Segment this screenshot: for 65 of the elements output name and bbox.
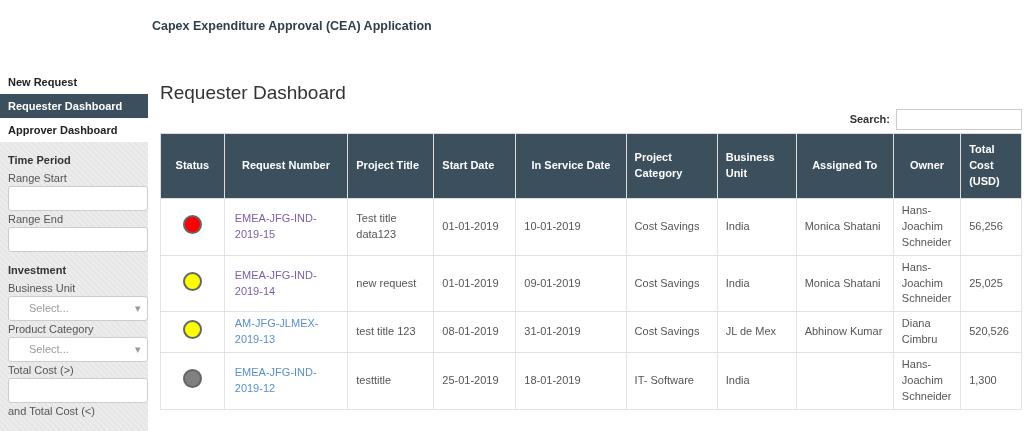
field-label: Range Start (7, 171, 68, 186)
select-field[interactable]: Select... ▾ (8, 296, 148, 321)
column-header: Project Title (347, 133, 434, 199)
column-header: Start Date (433, 133, 516, 199)
table-cell: 25,025 (960, 255, 1022, 312)
input-field[interactable] (8, 378, 148, 403)
column-header: Owner (893, 133, 961, 199)
table-cell: 25-01-2019 (433, 352, 516, 410)
table-cell: 09-01-2019 (515, 255, 627, 312)
table-cell: 1,300 (960, 352, 1022, 410)
search-field[interactable] (896, 108, 1022, 130)
table-cell: Hans-Joachim Schneider (893, 352, 961, 410)
table-cell: IT- Software (626, 352, 718, 410)
column-header: Total Cost (USD) (960, 133, 1022, 199)
table-cell: 01-01-2019 (433, 198, 516, 256)
field-label: Total Cost (>) (7, 363, 75, 378)
column-header: Assigned To (796, 133, 894, 199)
table-cell: India (717, 352, 797, 410)
column-header: Business Unit (717, 133, 797, 199)
input-field[interactable] (8, 186, 148, 211)
table-cell: 08-01-2019 (433, 311, 516, 353)
field-label: Product Category (7, 322, 95, 337)
search-label: Search: (849, 112, 890, 128)
placeholder-text: Select... (29, 342, 69, 358)
app-title: Capex Expenditure Approval (CEA) Application (152, 19, 432, 33)
field-label: and Total Cost (<) (7, 404, 96, 419)
table-cell: Cost Savings (626, 255, 718, 312)
column-header: Project Category (626, 133, 718, 199)
table-cell: new request (347, 255, 434, 312)
page-title: Requester Dashboard (160, 82, 347, 105)
caret-icon: ▾ (135, 300, 141, 317)
table-cell: India (717, 198, 797, 256)
section-heading: Investment (7, 263, 68, 278)
input-field[interactable] (8, 227, 148, 252)
field-label: Business Unit (7, 281, 77, 296)
section-heading: Time Period (7, 153, 72, 168)
nav-item[interactable]: New Request (0, 70, 148, 94)
table-cell: Diana Cimbru (893, 311, 961, 353)
table-cell: Cost Savings (626, 198, 718, 256)
column-header: In Service Date (515, 133, 627, 199)
table-cell: 520,526 (960, 311, 1022, 353)
placeholder-text: Select... (29, 301, 69, 317)
nav-item[interactable]: Approver Dashboard (0, 118, 148, 142)
table-cell: JL de Mex (717, 311, 797, 353)
nav-item[interactable]: Requester Dashboard (0, 94, 148, 118)
table-cell: Test title data123 (347, 198, 434, 256)
table-cell: Abhinow Kumar (796, 311, 894, 353)
column-header: Request Number (224, 133, 348, 199)
table-cell: 18-01-2019 (515, 352, 627, 410)
table-cell: 31-01-2019 (515, 311, 627, 353)
select-field[interactable]: Select... ▾ (8, 337, 148, 362)
table-cell: 10-01-2019 (515, 198, 627, 256)
table-cell: testtitle (347, 352, 434, 410)
caret-icon: ▾ (135, 341, 141, 358)
table-cell: India (717, 255, 797, 312)
table-cell: Hans-Joachim Schneider (893, 198, 961, 256)
field-label: Range End (7, 212, 65, 227)
table-cell: Monica Shatani (796, 255, 894, 312)
table-cell: Hans-Joachim Schneider (893, 255, 961, 312)
table-cell: Monica Shatani (796, 198, 894, 256)
column-header: Status (160, 133, 225, 199)
table-cell: Cost Savings (626, 311, 718, 353)
table-cell: 01-01-2019 (433, 255, 516, 312)
table-cell: 56,256 (960, 198, 1022, 256)
table-cell: test title 123 (347, 311, 434, 353)
